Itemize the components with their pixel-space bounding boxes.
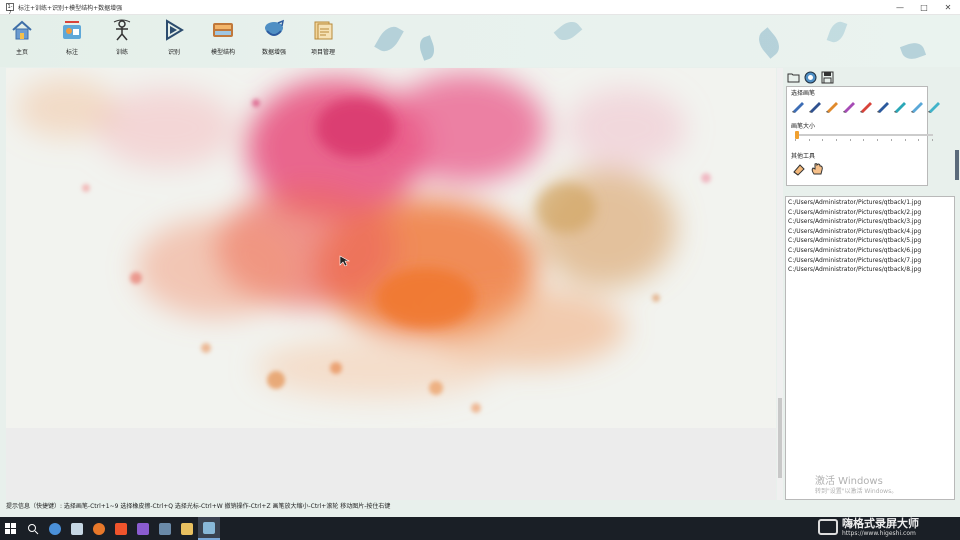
- brush-purple-icon[interactable]: [842, 99, 857, 113]
- train-label: 训练: [115, 49, 128, 56]
- leaf-decoration: [826, 19, 848, 45]
- windows-start-icon[interactable]: [0, 517, 22, 540]
- file-tools: [786, 68, 846, 86]
- open-folder-icon[interactable]: [787, 71, 800, 84]
- recognize-icon: [166, 19, 184, 41]
- close-button[interactable]: ✕: [936, 0, 960, 15]
- recorder-brand-url: https://www.higeshi.com: [842, 530, 916, 537]
- windows-taskbar: [0, 517, 960, 540]
- leaf-decoration: [753, 27, 785, 59]
- file-list-item[interactable]: C:/Users/Administrator/Pictures/qtback/7…: [788, 256, 952, 266]
- brave-icon[interactable]: [110, 517, 132, 540]
- model-structure-button[interactable]: 模型结构: [201, 19, 245, 63]
- brush-list: [791, 99, 942, 113]
- leaf-decoration: [374, 22, 404, 56]
- video-icon[interactable]: [154, 517, 176, 540]
- home-button[interactable]: 主页: [0, 19, 44, 63]
- activation-watermark-title: 激活 Windows: [815, 476, 883, 487]
- data-augment-label: 数据增强: [261, 49, 286, 56]
- annotate-label: 标注: [65, 49, 78, 56]
- app-icon[interactable]: [198, 517, 220, 540]
- recorder-logo-icon: [818, 519, 838, 535]
- canvas-scrollbar[interactable]: [777, 68, 783, 500]
- data-augment-icon: [265, 19, 285, 36]
- leaf-decoration: [416, 35, 438, 61]
- visual-studio-icon[interactable]: [132, 517, 154, 540]
- recorder-brand-name: 嗨格式录屏大师: [842, 517, 919, 530]
- leaf-decoration: [899, 39, 927, 63]
- project-manage-button[interactable]: 项目管理: [301, 19, 345, 63]
- image-canvas[interactable]: [6, 68, 776, 428]
- data-augment-button[interactable]: 数据增强: [252, 19, 296, 63]
- target-icon[interactable]: [804, 71, 817, 84]
- annotate-icon: [63, 21, 81, 39]
- file-list-item[interactable]: C:/Users/Administrator/Pictures/qtback/1…: [788, 198, 952, 208]
- model-structure-icon: [213, 23, 233, 37]
- minimize-button[interactable]: —: [888, 0, 912, 15]
- file-list-item[interactable]: C:/Users/Administrator/Pictures/qtback/4…: [788, 227, 952, 237]
- maximize-button[interactable]: □: [912, 0, 936, 15]
- slider-ticks: [795, 139, 933, 142]
- file-list-item[interactable]: C:/Users/Administrator/Pictures/qtback/2…: [788, 208, 952, 218]
- train-button[interactable]: 训练: [100, 19, 144, 63]
- file-list-item[interactable]: C:/Users/Administrator/Pictures/qtback/3…: [788, 217, 952, 227]
- brush-size-slider[interactable]: [795, 134, 933, 136]
- brush-dark-blue-icon[interactable]: [876, 99, 891, 113]
- file-list[interactable]: C:/Users/Administrator/Pictures/qtback/1…: [785, 196, 955, 500]
- chrome-icon[interactable]: [44, 517, 66, 540]
- train-icon: [113, 19, 131, 41]
- brush-section-title: 选择画笔: [791, 90, 816, 97]
- activation-watermark-subtitle: 转到"设置"以激活 Windows。: [815, 488, 898, 495]
- window-title: 标注+训练+识别+模型结构+数据增强: [18, 4, 123, 12]
- app-icon: 1-7: [6, 3, 14, 16]
- file-list-item[interactable]: C:/Users/Administrator/Pictures/qtback/8…: [788, 265, 952, 275]
- canvas-scrollbar-thumb[interactable]: [778, 398, 782, 478]
- watercolor-image: [6, 68, 776, 428]
- canvas-empty-area: [6, 428, 776, 500]
- home-label: 主页: [15, 49, 28, 56]
- recognize-button[interactable]: 识别: [152, 19, 196, 63]
- project-manage-label: 项目管理: [310, 49, 335, 56]
- right-panel-scrollbar[interactable]: [955, 150, 959, 180]
- brush-red-icon[interactable]: [859, 99, 874, 113]
- brush-blue-icon[interactable]: [791, 99, 806, 113]
- eraser-icon[interactable]: [792, 162, 806, 176]
- brush-cyan-icon[interactable]: [927, 99, 942, 113]
- hand-icon[interactable]: [810, 162, 824, 176]
- brush-orange-icon[interactable]: [825, 99, 840, 113]
- file-list-item[interactable]: C:/Users/Administrator/Pictures/qtback/5…: [788, 236, 952, 246]
- model-structure-label: 模型结构: [210, 49, 235, 56]
- search-icon[interactable]: [22, 517, 44, 540]
- save-icon[interactable]: [821, 71, 834, 84]
- leaf-decoration: [553, 17, 583, 45]
- annotate-button[interactable]: 标注: [50, 19, 94, 63]
- file-list-item[interactable]: C:/Users/Administrator/Pictures/qtback/6…: [788, 246, 952, 256]
- tool-panel: 选择画笔 画笔大小 其他工具: [786, 86, 940, 186]
- brush-light-blue-icon[interactable]: [910, 99, 925, 113]
- other-tools-title: 其他工具: [791, 153, 816, 160]
- status-bar: 提示信息（快捷键）: 选择画笔-Ctrl+1~9 选择橡皮擦-Ctrl+Q 选择…: [6, 503, 391, 510]
- brush-size-title: 画笔大小: [791, 123, 816, 130]
- main-toolbar: 主页 标注 训练 识别 模型结构 数据增强 项目管理: [0, 15, 960, 67]
- recorder-brand: 嗨格式录屏大师 https://www.higeshi.com: [818, 514, 960, 540]
- firefox-icon[interactable]: [88, 517, 110, 540]
- project-manage-icon: [314, 21, 333, 40]
- cortana-icon[interactable]: [66, 517, 88, 540]
- recognize-label: 识别: [167, 49, 180, 56]
- window-titlebar: 1-7 标注+训练+识别+模型结构+数据增强 — □ ✕: [0, 0, 960, 16]
- files-icon[interactable]: [176, 517, 198, 540]
- brush-size-slider-handle[interactable]: [795, 131, 799, 139]
- brush-teal-icon[interactable]: [893, 99, 908, 113]
- brush-navy-icon[interactable]: [808, 99, 823, 113]
- home-icon: [12, 20, 32, 40]
